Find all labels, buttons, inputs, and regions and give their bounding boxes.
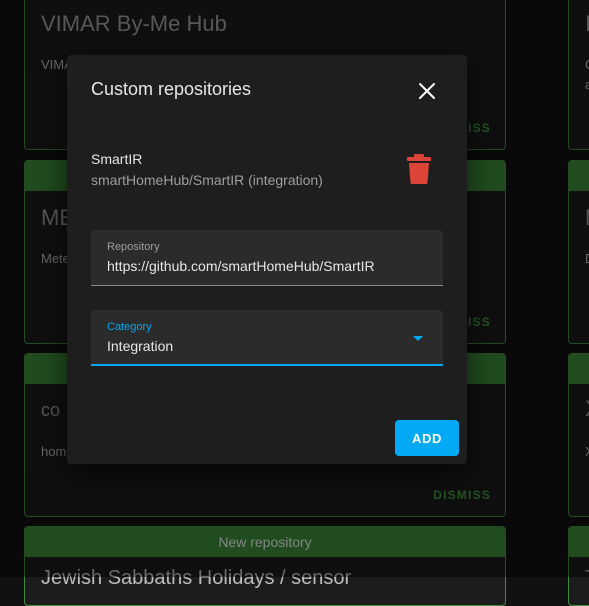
- add-button[interactable]: ADD: [395, 420, 459, 456]
- repository-input-value[interactable]: https://github.com/smartHomeHub/SmartIR: [107, 258, 375, 274]
- repository-name: SmartIR: [91, 151, 143, 167]
- delete-repository-button[interactable]: [405, 153, 433, 185]
- category-select[interactable]: Category Integration: [91, 310, 443, 366]
- trash-icon: [407, 154, 431, 184]
- close-button[interactable]: [413, 77, 441, 105]
- repository-detail: smartHomeHub/SmartIR (integration): [91, 172, 323, 188]
- custom-repositories-dialog: Custom repositories SmartIR smartHomeHub…: [67, 55, 467, 464]
- category-select-label: Category: [107, 321, 152, 333]
- close-icon: [419, 83, 435, 99]
- dropdown-arrow-icon[interactable]: [412, 335, 424, 343]
- dialog-title: Custom repositories: [91, 79, 252, 99]
- repository-input[interactable]: Repository https://github.com/smartHomeH…: [91, 230, 443, 286]
- category-select-value[interactable]: Integration: [107, 338, 173, 354]
- repository-input-label: Repository: [107, 241, 160, 253]
